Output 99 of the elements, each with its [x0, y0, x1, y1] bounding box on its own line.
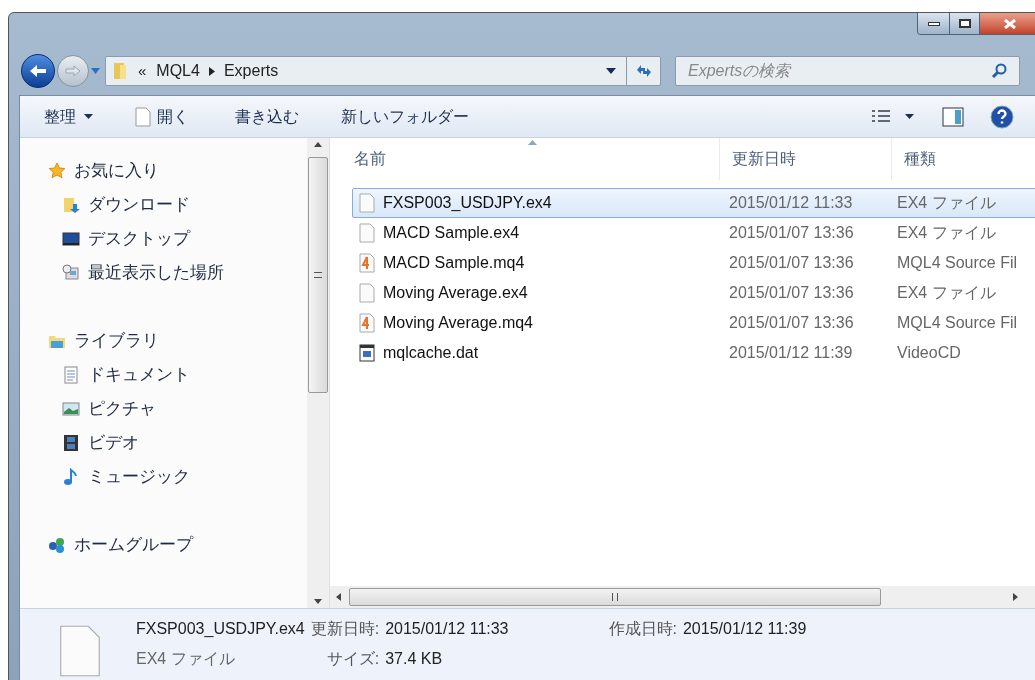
- detail-value: 37.4 KB: [385, 649, 444, 669]
- file-row[interactable]: Moving Average.mq4 2015/01/07 13:36 MQL4 Source Fil: [352, 308, 1035, 338]
- file-name: MACD Sample.ex4: [383, 223, 520, 243]
- nav-item[interactable]: お気に入り: [48, 154, 307, 188]
- breadcrumb[interactable]: MQL4: [156, 59, 200, 83]
- modified-date: 2015/01/07 13:36: [728, 253, 855, 273]
- modified-date: 2015/01/07 13:36: [728, 313, 855, 333]
- file-icon: [135, 106, 151, 127]
- preview-pane-icon: [942, 106, 964, 127]
- up-arrow-icon[interactable]: [314, 142, 322, 147]
- caret-icon[interactable]: [606, 68, 616, 74]
- caret-icon: [84, 114, 93, 119]
- burn-button[interactable]: 書き込む: [235, 104, 299, 129]
- detail-value: 2015/01/12 11:39: [682, 619, 807, 639]
- star-icon: [48, 162, 66, 180]
- file-row[interactable]: Moving Average.ex4 2015/01/07 13:36 EX4 ファイル: [352, 278, 1035, 308]
- left-arrow-icon[interactable]: [336, 593, 341, 601]
- view-options-button[interactable]: [871, 108, 914, 125]
- nav-item[interactable]: ダウンロード: [48, 188, 307, 222]
- file-type: EX4 ファイル: [896, 283, 996, 303]
- nav-item[interactable]: ドキュメント: [48, 358, 307, 392]
- maximize-button[interactable]: [950, 13, 980, 34]
- open-button[interactable]: 開く: [135, 104, 189, 129]
- file-name: FXSP003_USDJPY.ex4: [383, 193, 552, 213]
- file-icon: [359, 193, 375, 213]
- organize-menu-button[interactable]: 整理: [44, 104, 93, 129]
- modified-date: 2015/01/12 11:33: [728, 193, 854, 213]
- caret-icon: [91, 68, 100, 74]
- document-icon: [62, 366, 80, 384]
- file-icon: [58, 623, 102, 679]
- chevron-icon[interactable]: [208, 66, 215, 76]
- search-icon: [991, 63, 1007, 79]
- detail-value: 2015/01/12 11:33: [385, 619, 509, 639]
- detail-label: サイズ:: [326, 649, 380, 669]
- file-name: Moving Average.ex4: [383, 283, 528, 303]
- modified-date: 2015/01/12 11:39: [728, 343, 854, 363]
- media-file-icon: [359, 343, 375, 363]
- file-type: MQL4 Source Fil: [896, 253, 1018, 273]
- scroll-thumb[interactable]: [349, 588, 881, 606]
- file-icon: [359, 223, 375, 243]
- selected-file-type: EX4 ファイル: [136, 649, 236, 669]
- file-type: EX4 ファイル: [896, 193, 996, 213]
- download-folder-icon: [62, 196, 80, 214]
- file-type: MQL4 Source Fil: [896, 313, 1018, 333]
- vertical-scrollbar[interactable]: [307, 138, 329, 608]
- file-type: VideoCD: [896, 343, 961, 363]
- file-row[interactable]: MACD Sample.ex4 2015/01/07 13:36 EX4 ファイル: [352, 218, 1035, 248]
- column-header[interactable]: 名前: [330, 138, 720, 180]
- file-name: MACD Sample.mq4: [383, 253, 525, 273]
- film-icon: [62, 434, 80, 452]
- nav-item[interactable]: ライブラリ: [48, 324, 307, 358]
- file-row[interactable]: FXSP003_USDJPY.ex4 2015/01/12 11:33 EX4 ファイル: [352, 188, 1035, 218]
- help-button[interactable]: [990, 104, 1014, 129]
- down-arrow-icon[interactable]: [314, 599, 322, 604]
- detail-label: 作成日時:: [608, 619, 677, 639]
- source-file-icon: [359, 313, 375, 333]
- homegroup-icon: [48, 536, 66, 554]
- detail-label: 更新日時:: [310, 619, 380, 639]
- minimize-button[interactable]: [918, 13, 950, 34]
- preview-pane-button[interactable]: [942, 106, 964, 127]
- right-arrow-icon[interactable]: [1013, 593, 1018, 601]
- scroll-thumb[interactable]: [308, 157, 328, 393]
- right-arrow-icon: [65, 65, 81, 77]
- nav-item[interactable]: デスクトップ: [48, 222, 307, 256]
- nav-item[interactable]: 最近表示した場所: [48, 256, 307, 290]
- address-bar[interactable]: « MQL4 Experts: [105, 56, 661, 86]
- music-note-icon: [62, 468, 80, 486]
- new-folder-button[interactable]: 新しいフォルダー: [341, 104, 469, 129]
- refresh-icon: [634, 63, 653, 79]
- caret-icon: [905, 114, 914, 119]
- nav-item[interactable]: ビデオ: [48, 426, 307, 460]
- picture-icon: [62, 400, 80, 418]
- file-type: EX4 ファイル: [896, 223, 996, 243]
- file-icon: [359, 283, 375, 303]
- file-row[interactable]: mqlcache.dat 2015/01/12 11:39 VideoCD: [352, 338, 1035, 368]
- breadcrumb[interactable]: Experts: [223, 59, 279, 83]
- help-icon: [990, 104, 1014, 129]
- nav-item[interactable]: ホームグループ: [48, 528, 307, 562]
- column-header[interactable]: 種類: [892, 138, 1035, 180]
- nav-item[interactable]: ミュージック: [48, 460, 307, 494]
- horizontal-scrollbar[interactable]: [330, 586, 1035, 608]
- details-view-icon: [871, 108, 891, 125]
- back-button[interactable]: [21, 54, 55, 88]
- desktop-icon: [62, 230, 80, 248]
- nav-item[interactable]: ピクチャ: [48, 392, 307, 426]
- selected-file-name: FXSP003_USDJPY.ex4: [136, 619, 305, 639]
- file-row[interactable]: MACD Sample.mq4 2015/01/07 13:36 MQL4 Source Fil: [352, 248, 1035, 278]
- modified-date: 2015/01/07 13:36: [728, 223, 855, 243]
- sort-ascending-icon: [528, 140, 537, 145]
- address-overflow[interactable]: «: [138, 59, 147, 83]
- recent-places-icon: [62, 264, 80, 282]
- close-button[interactable]: [980, 13, 1035, 34]
- file-name: Moving Average.mq4: [383, 313, 533, 333]
- file-name: mqlcache.dat: [383, 343, 479, 363]
- column-header[interactable]: 更新日時: [720, 138, 892, 180]
- source-file-icon: [359, 253, 375, 273]
- modified-date: 2015/01/07 13:36: [728, 283, 855, 303]
- close-icon: [1004, 18, 1016, 29]
- left-arrow-icon: [29, 64, 47, 78]
